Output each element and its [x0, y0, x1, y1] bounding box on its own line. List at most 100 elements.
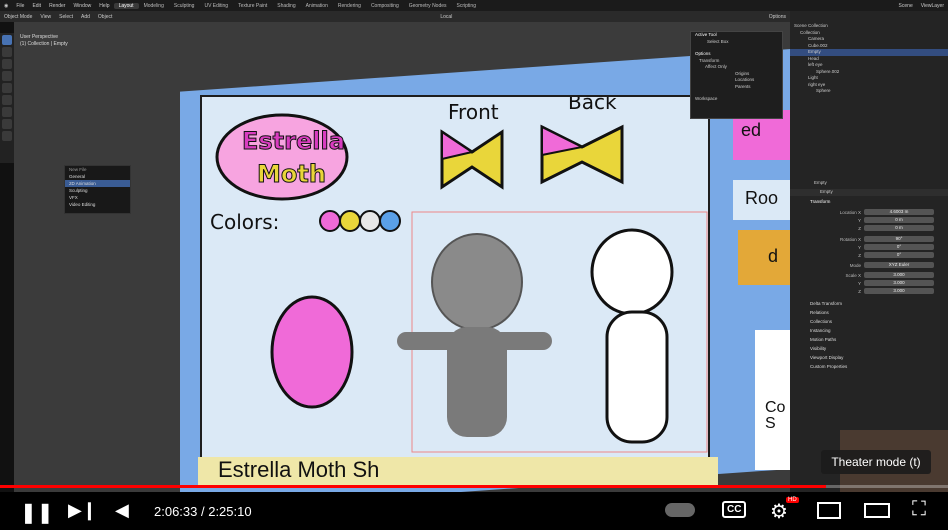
pause-icon[interactable]: ❚❚: [20, 500, 54, 525]
field-value[interactable]: 3.000: [864, 272, 934, 278]
view-menu[interactable]: View: [36, 14, 55, 20]
field-label: Mode: [849, 262, 861, 268]
volume-icon[interactable]: ◀: [115, 500, 129, 521]
tab-animation[interactable]: Animation: [301, 3, 333, 9]
tab-sculpting[interactable]: Sculpting: [169, 3, 200, 9]
side-view-body: [605, 310, 669, 444]
tab-rendering[interactable]: Rendering: [333, 3, 366, 9]
section-collections[interactable]: Collections: [790, 317, 948, 326]
add-menu[interactable]: Add: [77, 14, 94, 20]
transform-panel-header[interactable]: Transform: [790, 199, 948, 206]
tab-compositing[interactable]: Compositing: [366, 3, 404, 9]
menu-edit[interactable]: Edit: [28, 3, 45, 9]
section-delta-transform[interactable]: Delta Transform: [790, 299, 948, 308]
mode-select[interactable]: Object Mode: [0, 14, 36, 20]
tab-texture-paint[interactable]: Texture Paint: [233, 3, 272, 9]
fullscreen-icon[interactable]: ⛶: [912, 498, 926, 521]
props-object-name: Empty: [814, 179, 827, 185]
scale-z-field[interactable]: Z 3.000: [790, 287, 948, 295]
rotation-mode-field[interactable]: Mode XYZ Euler: [790, 261, 948, 269]
next-icon[interactable]: ▶❙: [68, 500, 97, 521]
menu-item-sculpting[interactable]: Sculpting: [65, 187, 130, 194]
field-value[interactable]: 0°: [864, 252, 934, 258]
section-viewport-display[interactable]: Viewport Display: [790, 353, 948, 362]
field-value[interactable]: 3.000: [864, 288, 934, 294]
menu-item-general[interactable]: General: [65, 173, 130, 180]
theater-mode-icon[interactable]: [864, 503, 890, 518]
field-value[interactable]: 4.6003 m: [864, 209, 934, 215]
progress-bar[interactable]: [0, 485, 948, 488]
field-value[interactable]: 3.000: [864, 280, 934, 286]
section-relations[interactable]: Relations: [790, 308, 948, 317]
select-tool-icon[interactable]: [2, 35, 12, 45]
annotate-tool-icon[interactable]: [2, 107, 12, 117]
blender-topbar: ◉ File Edit Render Window Help Layout Mo…: [0, 0, 948, 11]
workspace-header[interactable]: Workspace: [691, 96, 782, 103]
scale-tool-icon[interactable]: [2, 83, 12, 93]
transform-orientation[interactable]: Local: [436, 14, 456, 20]
tab-modeling[interactable]: Modeling: [139, 3, 169, 9]
section-visibility[interactable]: Visibility: [790, 344, 948, 353]
note-blue: Roo: [733, 180, 790, 220]
field-label: Y: [857, 244, 861, 250]
sidebar-n-panel: Active Tool Select Box Options Transform…: [690, 31, 783, 119]
field-value[interactable]: 0°: [864, 244, 934, 250]
menu-window[interactable]: Window: [69, 3, 95, 9]
cursor-tool-icon[interactable]: [2, 47, 12, 57]
tab-geometry-nodes[interactable]: Geometry Nodes: [404, 3, 452, 9]
location-z-field[interactable]: Z0 m: [790, 224, 948, 232]
menu-help[interactable]: Help: [95, 3, 113, 9]
menu-item-vfx[interactable]: VFX: [65, 194, 130, 201]
player-controls: ❚❚ ▶❙ ◀ 2:06:33 / 2:25:10 CC ⚙ HD ⛶: [0, 492, 948, 530]
theater-mode-tooltip: Theater mode (t): [821, 450, 931, 474]
field-value[interactable]: 0 m: [864, 225, 934, 231]
add-cube-tool-icon[interactable]: [2, 131, 12, 141]
field-value[interactable]: XYZ Euler: [864, 262, 934, 268]
field-label: Scale X: [845, 272, 861, 278]
bottom-caption: Estrella Moth Sh: [198, 457, 718, 487]
autoplay-toggle[interactable]: [665, 503, 695, 517]
viewlayer-selector[interactable]: ViewLayer: [917, 3, 948, 9]
subtitles-icon[interactable]: CC: [722, 501, 747, 518]
transform-tool-icon[interactable]: [2, 95, 12, 105]
progress-fill: [0, 485, 826, 488]
measure-tool-icon[interactable]: [2, 119, 12, 129]
parents-checkbox[interactable]: Parents: [691, 84, 782, 91]
hd-badge: HD: [786, 497, 799, 503]
props-name-field[interactable]: Empty: [790, 189, 948, 196]
rotation-z-field[interactable]: Z 0°: [790, 251, 948, 259]
menu-item-2d-animation[interactable]: 2D Animation: [65, 180, 130, 187]
miniplayer-icon[interactable]: [817, 502, 841, 519]
location-x-field[interactable]: Location X 4.6003 m: [790, 208, 948, 216]
field-value[interactable]: 0 m: [864, 217, 934, 223]
menu-item-video-editing[interactable]: Video Editing: [65, 201, 130, 208]
tab-shading[interactable]: Shading: [272, 3, 300, 9]
tab-scripting[interactable]: Scripting: [452, 3, 481, 9]
location-y-field[interactable]: Y0 m: [790, 216, 948, 224]
menu-render[interactable]: Render: [45, 3, 69, 9]
tab-layout[interactable]: Layout: [113, 2, 139, 9]
label-back: Back: [568, 97, 617, 114]
scene-selector[interactable]: Scene: [895, 3, 917, 9]
section-motion-paths[interactable]: Motion Paths: [790, 335, 948, 344]
rotate-tool-icon[interactable]: [2, 71, 12, 81]
swatch-yellow: [339, 210, 361, 232]
section-instancing[interactable]: Instancing: [790, 326, 948, 335]
select-box-label[interactable]: Select Box: [691, 39, 782, 46]
rotation-x-field[interactable]: Rotation X 90°: [790, 235, 948, 243]
blender-logo-icon[interactable]: ◉: [0, 3, 12, 9]
tab-uv-editing[interactable]: UV Editing: [199, 3, 233, 9]
select-menu[interactable]: Select: [55, 14, 77, 20]
scale-x-field[interactable]: Scale X 3.000: [790, 271, 948, 279]
options-button[interactable]: Options: [765, 14, 790, 20]
object-menu[interactable]: Object: [94, 14, 116, 20]
menu-file[interactable]: File: [12, 3, 28, 9]
move-tool-icon[interactable]: [2, 59, 12, 69]
character-sheet-art: Estrella Moth Front Back Colors:: [210, 90, 708, 453]
scale-y-field[interactable]: Y 3.000: [790, 279, 948, 287]
rotation-y-field[interactable]: Y 0°: [790, 243, 948, 251]
field-label: Y: [857, 280, 861, 286]
section-custom-properties[interactable]: Custom Properties: [790, 362, 948, 371]
settings-gear-icon[interactable]: ⚙: [770, 499, 788, 524]
field-value[interactable]: 90°: [864, 236, 934, 242]
